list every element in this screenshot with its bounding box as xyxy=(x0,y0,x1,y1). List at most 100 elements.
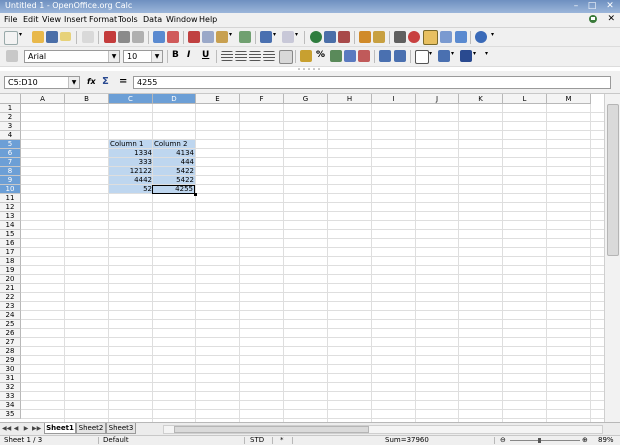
navigator-icon[interactable] xyxy=(408,31,420,43)
delete-decimal-icon[interactable] xyxy=(358,50,370,62)
row-header-20[interactable]: 20 xyxy=(0,275,21,284)
autospellcheck-icon[interactable] xyxy=(167,31,179,43)
new-document-icon[interactable] xyxy=(4,31,18,45)
zoom-icon[interactable] xyxy=(455,31,467,43)
row-header-3[interactable]: 3 xyxy=(0,122,21,131)
help-agent-icon[interactable] xyxy=(588,14,598,24)
row-header-34[interactable]: 34 xyxy=(0,401,21,410)
cell-d5[interactable]: Column 2 xyxy=(153,140,195,149)
underline-button[interactable]: U xyxy=(202,50,209,60)
undo-icon[interactable] xyxy=(260,31,272,43)
row-header-32[interactable]: 32 xyxy=(0,383,21,392)
cell-c7[interactable]: 333 xyxy=(109,158,152,167)
justify-icon[interactable] xyxy=(263,51,275,61)
column-header-a[interactable]: A xyxy=(21,94,65,104)
paste-icon[interactable] xyxy=(216,31,228,43)
function-wizard-button[interactable]: fx xyxy=(87,77,96,86)
last-sheet-icon[interactable]: ▶▶ xyxy=(32,425,41,433)
row-header-16[interactable]: 16 xyxy=(0,239,21,248)
column-header-f[interactable]: F xyxy=(240,94,284,104)
row-header-33[interactable]: 33 xyxy=(0,392,21,401)
row-header-7[interactable]: 7 xyxy=(0,158,21,167)
column-header-g[interactable]: G xyxy=(284,94,328,104)
row-header-11[interactable]: 11 xyxy=(0,194,21,203)
row-header-15[interactable]: 15 xyxy=(0,230,21,239)
gallery-icon[interactable] xyxy=(423,30,438,45)
row-header-6[interactable]: 6 xyxy=(0,149,21,158)
menu-tools[interactable]: Tools xyxy=(118,15,138,24)
row-header-13[interactable]: 13 xyxy=(0,212,21,221)
menu-data[interactable]: Data xyxy=(143,15,162,24)
menu-window[interactable]: Window xyxy=(166,15,198,24)
row-header-14[interactable]: 14 xyxy=(0,221,21,230)
row-header-5[interactable]: 5 xyxy=(0,140,21,149)
row-header-35[interactable]: 35 xyxy=(0,410,21,419)
percent-button[interactable]: % xyxy=(316,50,325,60)
row-header-31[interactable]: 31 xyxy=(0,374,21,383)
save-icon[interactable] xyxy=(46,31,58,43)
row-header-17[interactable]: 17 xyxy=(0,248,21,257)
font-color-icon[interactable] xyxy=(460,50,472,62)
row-header-25[interactable]: 25 xyxy=(0,320,21,329)
edit-file-icon[interactable] xyxy=(82,31,94,43)
font-name-combo[interactable]: Arial ▼ xyxy=(24,50,120,63)
merge-cells-icon[interactable] xyxy=(279,50,293,64)
column-header-e[interactable]: E xyxy=(196,94,240,104)
row-header-9[interactable]: 9 xyxy=(0,176,21,185)
column-header-i[interactable]: I xyxy=(372,94,416,104)
cell-c8[interactable]: 12122 xyxy=(109,167,152,176)
chart-icon[interactable] xyxy=(359,31,371,43)
chevron-down-icon[interactable]: ▾ xyxy=(295,31,300,43)
menu-format[interactable]: Format xyxy=(89,15,117,24)
row-header-29[interactable]: 29 xyxy=(0,356,21,365)
zoom-slider[interactable] xyxy=(510,440,580,441)
row-header-12[interactable]: 12 xyxy=(0,203,21,212)
row-header-8[interactable]: 8 xyxy=(0,167,21,176)
name-box[interactable]: C5:D10 ▼ xyxy=(4,76,80,89)
increase-indent-icon[interactable] xyxy=(394,50,406,62)
cell-d7[interactable]: 444 xyxy=(153,158,194,167)
chevron-down-icon[interactable]: ▾ xyxy=(273,31,278,43)
find-replace-icon[interactable] xyxy=(394,31,406,43)
italic-button[interactable]: I xyxy=(187,50,190,60)
row-header-23[interactable]: 23 xyxy=(0,302,21,311)
column-header-h[interactable]: H xyxy=(328,94,372,104)
next-sheet-icon[interactable]: ▶ xyxy=(22,425,30,433)
spellcheck-icon[interactable] xyxy=(153,31,165,43)
row-header-19[interactable]: 19 xyxy=(0,266,21,275)
column-header-d[interactable]: D xyxy=(153,94,196,104)
row-header-18[interactable]: 18 xyxy=(0,257,21,266)
horizontal-scrollbar[interactable] xyxy=(163,425,603,434)
print-icon[interactable] xyxy=(118,31,130,43)
tab-sheet3[interactable]: Sheet3 xyxy=(106,423,136,434)
cut-icon[interactable] xyxy=(188,31,200,43)
column-header-m[interactable]: M xyxy=(547,94,591,104)
add-decimal-icon[interactable] xyxy=(344,50,356,62)
page-preview-icon[interactable] xyxy=(132,31,144,43)
maximize-icon[interactable]: □ xyxy=(586,0,598,12)
align-left-icon[interactable] xyxy=(221,51,233,61)
clone-formatting-icon[interactable] xyxy=(239,31,251,43)
row-header-2[interactable]: 2 xyxy=(0,113,21,122)
zoom-slider-handle[interactable] xyxy=(538,438,541,443)
formula-input[interactable]: 4255 xyxy=(133,76,611,89)
cell-c6[interactable]: 1334 xyxy=(109,149,152,158)
export-pdf-icon[interactable] xyxy=(104,31,116,43)
cell-c10[interactable]: 52 xyxy=(109,185,152,194)
borders-icon[interactable] xyxy=(415,50,429,64)
chevron-down-icon[interactable]: ▼ xyxy=(108,51,119,62)
show-draw-functions-icon[interactable] xyxy=(373,31,385,43)
close-icon[interactable]: ✕ xyxy=(604,0,616,12)
close-document-icon[interactable]: ✕ xyxy=(607,14,615,24)
chevron-down-icon[interactable]: ▾ xyxy=(429,50,434,62)
cell-d6[interactable]: 4134 xyxy=(153,149,194,158)
help-icon[interactable] xyxy=(475,31,487,43)
menu-edit[interactable]: Edit xyxy=(23,15,39,24)
column-header-l[interactable]: L xyxy=(503,94,547,104)
decrease-indent-icon[interactable] xyxy=(379,50,391,62)
background-color-icon[interactable] xyxy=(438,50,450,62)
minimize-icon[interactable]: – xyxy=(570,0,582,12)
sort-ascending-icon[interactable] xyxy=(324,31,336,43)
chevron-down-icon[interactable]: ▾ xyxy=(451,50,456,62)
row-header-28[interactable]: 28 xyxy=(0,347,21,356)
